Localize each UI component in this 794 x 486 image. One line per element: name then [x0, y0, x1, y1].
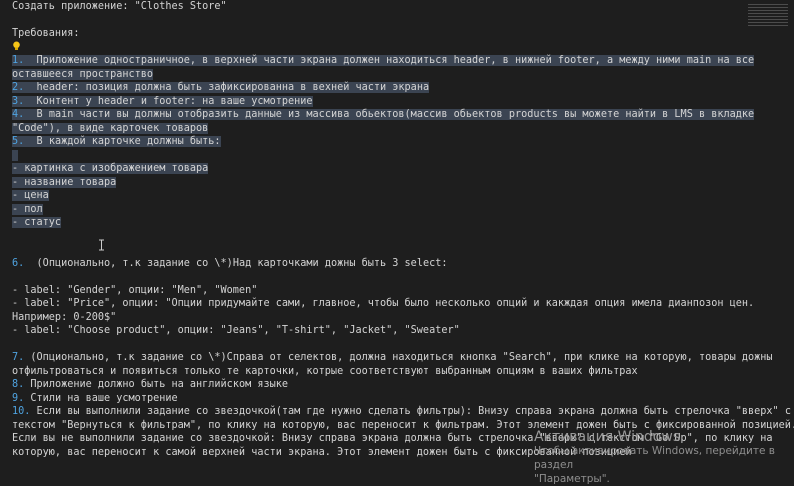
- editor-line[interactable]: - название товара: [12, 176, 782, 190]
- editor-line[interactable]: Например: 0-200$": [12, 311, 782, 325]
- editor-line[interactable]: [12, 149, 782, 163]
- text-cursor-icon: [98, 239, 105, 251]
- editor-line[interactable]: 4. В main части вы должны отобразить дан…: [12, 108, 782, 122]
- editor-line[interactable]: отфильтроваться и появиться только те ка…: [12, 365, 782, 379]
- editor-line[interactable]: 5. В каждой карточке должны быть:: [12, 135, 782, 149]
- list-number: 7.: [12, 352, 25, 363]
- line-text: отфильтроваться и появиться только те ка…: [12, 365, 638, 377]
- editor-line[interactable]: [12, 338, 782, 352]
- editor-line[interactable]: 7. (Опционально, т.к задание со \*)Справ…: [12, 351, 782, 365]
- editor-line[interactable]: [12, 41, 782, 55]
- windows-activation-watermark: Активация Windows Чтобы активировать Win…: [534, 430, 794, 486]
- list-number: 9.: [12, 392, 25, 404]
- list-number: 5.: [12, 136, 25, 147]
- editor-line[interactable]: Требования:: [12, 27, 782, 41]
- editor-line[interactable]: оставшееся пространство: [12, 68, 782, 82]
- list-number: 10.: [12, 406, 31, 417]
- text-editor[interactable]: Создать приложение: "Clothes Store" Требо…: [12, 0, 794, 471]
- line-text: Контент у header и footer: на ваше усмот…: [24, 95, 313, 107]
- editor-line[interactable]: "Code"), в виде карточек товаров: [12, 122, 782, 136]
- line-text: - пол: [12, 203, 43, 215]
- list-number: 6.: [12, 257, 25, 269]
- line-text: В каждой карточке должны быть:: [24, 136, 221, 147]
- line-text: Например: 0-200$": [12, 311, 117, 323]
- editor-line[interactable]: - картинка с изображением товара: [12, 162, 782, 176]
- editor-line[interactable]: 8. Приложение должно быть на английском …: [12, 378, 782, 392]
- line-text: - статус: [12, 217, 62, 228]
- editor-line[interactable]: Создать приложение: "Clothes Store": [12, 0, 782, 14]
- list-number: 2.: [12, 82, 25, 93]
- editor-line[interactable]: 9. Стили на ваше усмотрение: [12, 392, 782, 406]
- lightbulb-icon: [12, 41, 21, 51]
- list-number: 8.: [12, 379, 25, 390]
- editor-line[interactable]: - label: "Price", опции: "Опции придумай…: [12, 297, 782, 311]
- line-text: Стили на ваше усмотрение: [24, 392, 178, 404]
- line-text: оставшееся пространство: [12, 68, 154, 80]
- line-text: Создать приложение: "Clothes Store": [12, 1, 227, 12]
- line-text: В main части вы должны отобразить данные…: [24, 109, 755, 120]
- line-text: Требования:: [12, 28, 80, 39]
- line-text: header: позиция должна быть зафиксирован…: [24, 82, 430, 93]
- editor-line[interactable]: [12, 270, 782, 284]
- list-number: 4.: [12, 109, 25, 120]
- line-text: Приложение должно быть на английском язы…: [24, 379, 289, 390]
- line-text: Если вы выполнили задание со звездочкой(…: [30, 406, 791, 417]
- editor-line[interactable]: 6. (Опционально, т.к задание со \*)Над к…: [12, 257, 782, 271]
- line-text: [12, 150, 18, 161]
- line-text: - название товара: [12, 176, 117, 188]
- editor-line[interactable]: [12, 243, 782, 257]
- line-text: (Опционально, т.к задание со \*)Над карт…: [24, 257, 448, 269]
- line-text: - картинка с изображением товара: [12, 163, 209, 174]
- watermark-title: Активация Windows: [534, 429, 681, 445]
- editor-line[interactable]: 2. header: позиция должна быть зафиксиро…: [12, 81, 782, 95]
- editor-line[interactable]: [12, 14, 782, 28]
- editor-line[interactable]: - статус: [12, 216, 782, 230]
- line-text: - label: "Choose product", опции: "Jeans…: [12, 325, 460, 336]
- line-text: (Опционально, т.к задание со \*)Справа о…: [24, 352, 773, 363]
- line-text: - цена: [12, 190, 49, 201]
- minimap[interactable]: [748, 4, 788, 26]
- editor-line[interactable]: [12, 230, 782, 244]
- editor-line[interactable]: 10. Если вы выполнили задание со звездоч…: [12, 405, 791, 419]
- line-text: Приложение одностраничное, в верхней час…: [24, 55, 755, 66]
- editor-line[interactable]: - label: "Choose product", опции: "Jeans…: [12, 324, 782, 338]
- watermark-line-2: "Параметры".: [534, 473, 610, 485]
- editor-line[interactable]: - цена: [12, 189, 782, 203]
- editor-line[interactable]: - пол: [12, 203, 782, 217]
- editor-line[interactable]: 3. Контент у header и footer: на ваше ус…: [12, 95, 782, 109]
- line-text: - label: "Gender", опции: "Men", "Women": [12, 284, 258, 296]
- list-number: 3.: [12, 95, 25, 107]
- editor-line[interactable]: 1. Приложение одностраничное, в верхней …: [12, 54, 782, 68]
- list-number: 1.: [12, 55, 25, 66]
- editor-line[interactable]: - label: "Gender", опции: "Men", "Women": [12, 284, 782, 298]
- line-text: - label: "Price", опции: "Опции придумай…: [12, 298, 755, 309]
- line-text: "Code"), в виде карточек товаров: [12, 122, 209, 134]
- watermark-line-1: Чтобы активировать Windows, перейдите в …: [534, 445, 775, 471]
